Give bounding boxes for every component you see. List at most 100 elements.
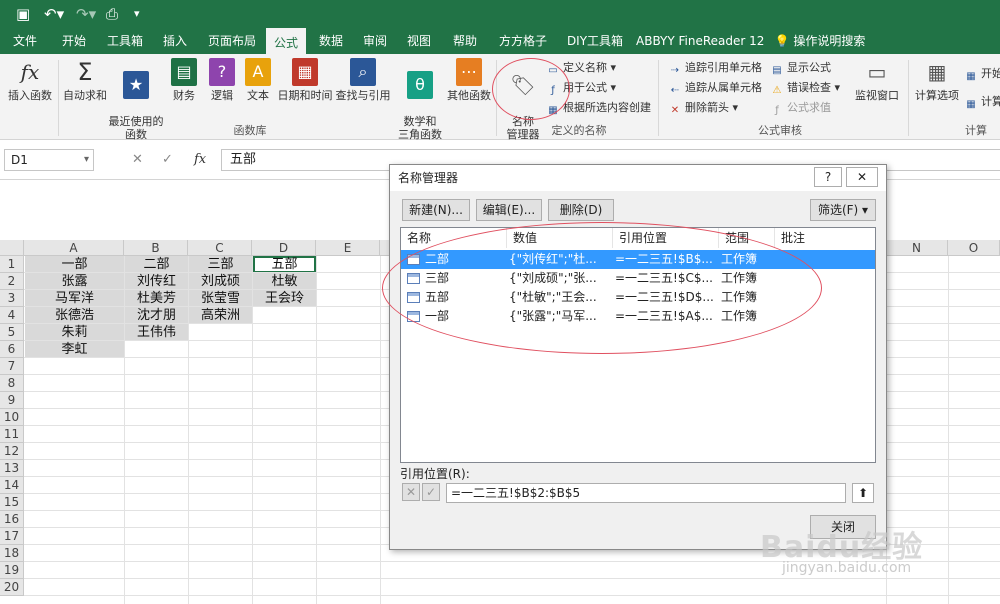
- row-header[interactable]: 10: [0, 409, 24, 426]
- row-header[interactable]: 13: [0, 460, 24, 477]
- error-checking-button[interactable]: ⚠ 错误检查 ▾: [770, 80, 841, 97]
- cell-b2[interactable]: 刘传红: [125, 273, 188, 290]
- undo-icon[interactable]: ↶▾: [44, 4, 64, 24]
- cell-c4[interactable]: 高荣洲: [189, 307, 252, 324]
- row-header[interactable]: 3: [0, 290, 24, 307]
- calc-options-button[interactable]: ▦ 计算选项: [912, 58, 962, 102]
- tell-me-search[interactable]: 💡 操作说明搜索: [770, 28, 870, 54]
- calc-now-button[interactable]: ▦ 开始: [964, 66, 1000, 83]
- tab-insert[interactable]: 插入: [156, 28, 194, 54]
- lookup-button[interactable]: ⌕ 查找与引用: [334, 58, 392, 102]
- filter-button[interactable]: 筛选(F) ▾: [810, 199, 876, 221]
- confirm-edit-icon[interactable]: ✓: [422, 483, 440, 501]
- collapse-dialog-icon[interactable]: ⬆: [852, 483, 874, 503]
- column-header-o[interactable]: O: [948, 240, 1000, 256]
- cancel-icon[interactable]: ✕: [132, 149, 143, 171]
- fx-icon[interactable]: fx: [194, 149, 206, 171]
- watch-window-button[interactable]: ▭ 监视窗口: [852, 58, 902, 102]
- more-functions-button[interactable]: ⋯ 其他函数: [446, 58, 492, 102]
- row-header[interactable]: 6: [0, 341, 24, 358]
- cell-a4[interactable]: 张德浩: [25, 307, 124, 324]
- row-header[interactable]: 16: [0, 511, 24, 528]
- math-trig-button[interactable]: θ 数学和 三角函数: [396, 58, 444, 141]
- row-header[interactable]: 4: [0, 307, 24, 324]
- cell-b5[interactable]: 王伟伟: [125, 324, 188, 341]
- row-header[interactable]: 18: [0, 545, 24, 562]
- cell-a2[interactable]: 张露: [25, 273, 124, 290]
- column-header-b[interactable]: B: [124, 240, 188, 256]
- financial-button[interactable]: ▤ 财务: [168, 58, 200, 102]
- autosum-button[interactable]: Σ 自动求和: [62, 58, 108, 102]
- chevron-down-icon[interactable]: ▾: [84, 150, 89, 170]
- row-header[interactable]: 20: [0, 579, 24, 596]
- text-button[interactable]: A 文本: [242, 58, 274, 102]
- column-header-c[interactable]: C: [188, 240, 252, 256]
- enter-icon[interactable]: ✓: [162, 149, 173, 171]
- tab-help[interactable]: 帮助: [446, 28, 484, 54]
- tab-view[interactable]: 视图: [402, 28, 436, 54]
- row-header[interactable]: 17: [0, 528, 24, 545]
- tab-fangfang[interactable]: 方方格子: [494, 28, 552, 54]
- calc-sheet-button[interactable]: ▦ 计算: [964, 94, 1000, 111]
- row-header[interactable]: 5: [0, 324, 24, 341]
- row-header[interactable]: 14: [0, 477, 24, 494]
- cell-c2[interactable]: 刘成硕: [189, 273, 252, 290]
- cell-c3[interactable]: 张莹雪: [189, 290, 252, 307]
- close-icon[interactable]: ✕: [846, 167, 878, 187]
- customize-toolbar-icon[interactable]: ▾: [134, 4, 140, 24]
- tab-diy-toolbox[interactable]: DIY工具箱: [562, 28, 628, 54]
- delete-name-button[interactable]: 删除(D): [548, 199, 614, 221]
- tab-data[interactable]: 数据: [314, 28, 348, 54]
- tab-review[interactable]: 审阅: [358, 28, 392, 54]
- row-header[interactable]: 19: [0, 562, 24, 579]
- cell-a5[interactable]: 朱莉: [25, 324, 124, 341]
- show-formulas-button[interactable]: ▤ 显示公式: [770, 60, 831, 77]
- cell-a1[interactable]: 一部: [25, 256, 124, 273]
- row-header[interactable]: 11: [0, 426, 24, 443]
- row-header[interactable]: 1: [0, 256, 24, 273]
- row-header[interactable]: 12: [0, 443, 24, 460]
- refers-to-input[interactable]: =一二三五!$B$2:$B$5: [446, 483, 846, 503]
- help-button[interactable]: ?: [814, 167, 842, 187]
- column-header-n[interactable]: N: [886, 240, 948, 256]
- tab-toolbox[interactable]: 工具箱: [102, 28, 148, 54]
- recent-functions-button[interactable]: ★ 最近使用的 函数: [108, 58, 164, 141]
- header-comment[interactable]: 批注: [775, 228, 875, 248]
- row-header[interactable]: 2: [0, 273, 24, 290]
- cell-d2[interactable]: 杜敏: [253, 273, 316, 290]
- logical-button[interactable]: ? 逻辑: [206, 58, 238, 102]
- cell-d1-active[interactable]: 五部: [253, 256, 316, 273]
- cancel-edit-icon[interactable]: ✕: [402, 483, 420, 501]
- cell-a6[interactable]: 李虹: [25, 341, 124, 358]
- cell-a3[interactable]: 马军洋: [25, 290, 124, 307]
- trace-dependents-button[interactable]: ⇠ 追踪从属单元格: [668, 80, 762, 97]
- edit-name-button[interactable]: 编辑(E)...: [476, 199, 542, 221]
- trace-precedents-button[interactable]: ⇢ 追踪引用单元格: [668, 60, 762, 77]
- tab-file[interactable]: 文件: [4, 28, 46, 54]
- row-header[interactable]: 9: [0, 392, 24, 409]
- cell-b3[interactable]: 杜美芳: [125, 290, 188, 307]
- datetime-button[interactable]: ▦ 日期和时间: [276, 58, 334, 102]
- row-header[interactable]: 8: [0, 375, 24, 392]
- new-name-button[interactable]: 新建(N)...: [402, 199, 470, 221]
- tab-home[interactable]: 开始: [54, 28, 94, 54]
- cell-b1[interactable]: 二部: [125, 256, 188, 273]
- insert-function-button[interactable]: fx 插入函数: [6, 58, 54, 102]
- save-icon[interactable]: ▣: [16, 4, 30, 24]
- select-all-corner[interactable]: [0, 240, 24, 256]
- column-header-e[interactable]: E: [316, 240, 380, 256]
- column-header-a[interactable]: A: [24, 240, 124, 256]
- tab-formulas[interactable]: 公式: [266, 28, 306, 54]
- cell-d3[interactable]: 王会玲: [253, 290, 316, 307]
- tab-abbyy[interactable]: ABBYY FineReader 12: [636, 28, 764, 54]
- print-preview-icon[interactable]: ⎙: [106, 4, 118, 24]
- remove-arrows-button[interactable]: ✕ 删除箭头 ▾: [668, 100, 738, 117]
- cell-c1[interactable]: 三部: [189, 256, 252, 273]
- name-box[interactable]: D1 ▾: [4, 149, 94, 171]
- evaluate-formula-button[interactable]: ƒ 公式求值: [770, 100, 831, 117]
- tab-page-layout[interactable]: 页面布局: [202, 28, 262, 54]
- row-header[interactable]: 7: [0, 358, 24, 375]
- redo-icon[interactable]: ↷▾: [76, 4, 96, 24]
- cell-b4[interactable]: 沈才朋: [125, 307, 188, 324]
- column-header-d[interactable]: D: [252, 240, 316, 256]
